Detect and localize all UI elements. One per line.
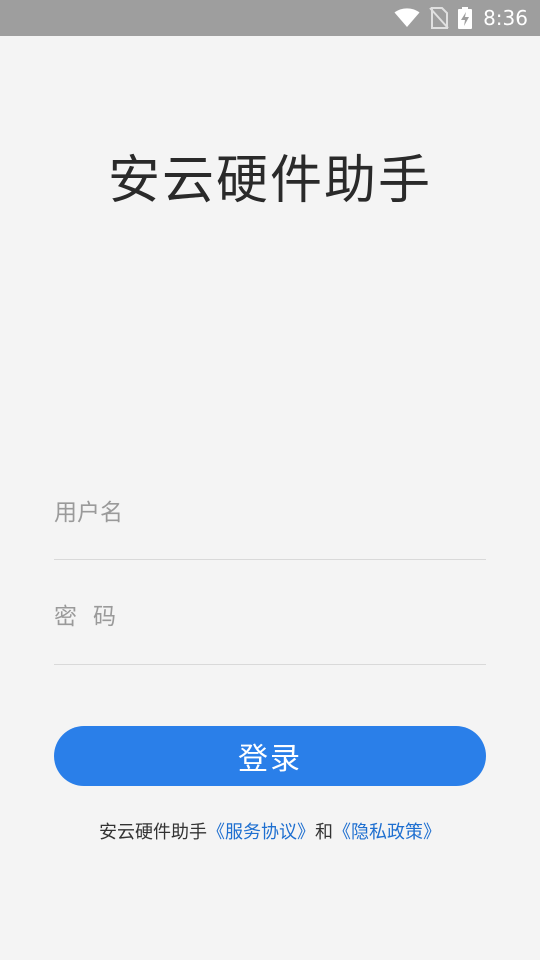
status-time: 8:36: [483, 6, 528, 30]
no-sim-icon: [429, 7, 449, 29]
status-bar: 8:36: [0, 0, 540, 36]
app-title: 安云硬件助手: [107, 151, 432, 211]
username-field: [54, 482, 486, 560]
agreement-text: 安云硬件助手《服务协议》和《隐私政策》: [0, 818, 540, 844]
wifi-icon: [394, 8, 420, 28]
login-button[interactable]: 登录: [54, 726, 486, 786]
battery-charging-icon: [458, 7, 473, 29]
password-field: [54, 586, 486, 665]
privacy-policy-link[interactable]: 《隐私政策》: [333, 822, 441, 843]
status-icons: 8:36: [394, 0, 528, 36]
password-input[interactable]: [54, 586, 486, 648]
agreement-connector: 和: [315, 822, 333, 843]
username-input[interactable]: [54, 482, 486, 544]
service-agreement-link[interactable]: 《服务协议》: [207, 822, 315, 843]
agreement-prefix: 安云硬件助手: [99, 822, 207, 843]
